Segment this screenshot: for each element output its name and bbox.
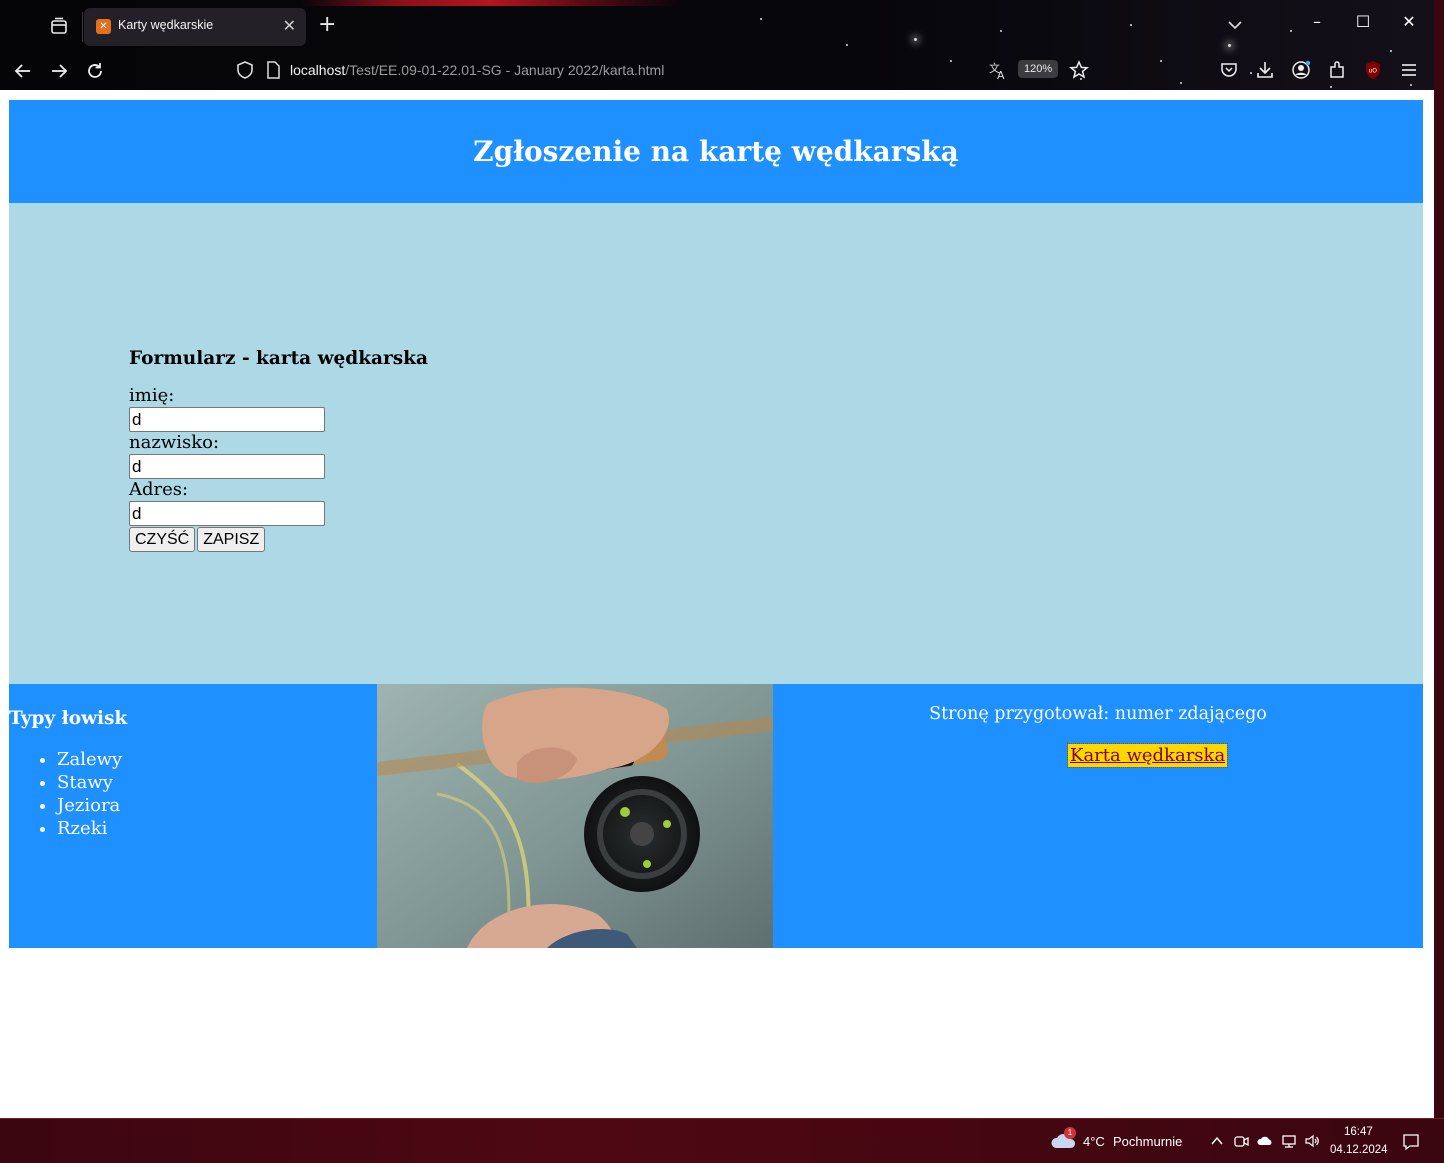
network-icon[interactable] xyxy=(1281,1133,1297,1149)
list-item: Stawy xyxy=(57,771,122,794)
page-viewport: Zgłoszenie na kartę wędkarską Formularz … xyxy=(0,90,1434,1118)
main-section: Formularz - karta wędkarska imię: nazwis… xyxy=(9,203,1423,684)
taskbar: 1 4°C Pochmurnie 16:47 04.12.2024 xyxy=(0,1118,1444,1163)
onedrive-icon[interactable] xyxy=(1257,1133,1273,1149)
shield-icon[interactable] xyxy=(236,60,254,80)
form-heading: Formularz - karta wędkarska xyxy=(129,348,428,369)
minimize-icon[interactable]: – xyxy=(1302,12,1332,31)
footer-credits-panel: Stronę przygotował: numer zdającego Kart… xyxy=(773,684,1423,948)
volume-icon[interactable] xyxy=(1304,1133,1320,1149)
zoom-level[interactable]: 120% xyxy=(1018,60,1059,78)
svg-text:uO: uO xyxy=(1369,68,1378,75)
tab-close-icon[interactable]: ✕ xyxy=(283,16,296,35)
notification-icon[interactable] xyxy=(1402,1133,1420,1151)
chevron-down-icon[interactable] xyxy=(1226,16,1244,34)
address-label: Adres: xyxy=(129,479,189,500)
author-text: Stronę przygotował: numer zdającego xyxy=(929,704,1267,724)
meet-now-icon[interactable] xyxy=(1233,1133,1249,1149)
clock-time[interactable]: 16:47 xyxy=(1344,1126,1373,1138)
list-item: Zalewy xyxy=(57,748,122,771)
maximize-icon[interactable]: ☐ xyxy=(1348,12,1378,31)
fishing-card-link[interactable]: Karta wędkarska xyxy=(1066,743,1229,768)
save-button[interactable]: ZAPISZ xyxy=(197,527,266,552)
fishery-types-panel: Typy łowisk Zalewy Stawy Jeziora Rzeki xyxy=(9,684,377,948)
first-name-label: imię: xyxy=(129,385,175,406)
fishing-reel-photo xyxy=(377,684,773,948)
account-icon[interactable] xyxy=(1291,60,1311,80)
tab-bar: ✕ Karty wędkarskie ✕ + – ☐ ✕ xyxy=(0,0,1434,52)
address-bar[interactable]: localhost/Test/EE.09-01-22.01-SG - Janua… xyxy=(290,62,664,78)
menu-icon[interactable] xyxy=(1399,60,1419,80)
clear-button[interactable]: CZYŚĆ xyxy=(129,527,196,552)
window-edge xyxy=(1434,90,1444,1118)
download-icon[interactable] xyxy=(1255,60,1275,80)
page-icon[interactable] xyxy=(266,61,280,79)
fishing-reel-image xyxy=(377,684,773,948)
ublock-icon[interactable]: uO xyxy=(1363,60,1383,80)
chevron-up-icon[interactable] xyxy=(1209,1133,1225,1149)
tab-active[interactable]: ✕ Karty wędkarskie ✕ xyxy=(84,8,306,46)
nav-bar: localhost/Test/EE.09-01-22.01-SG - Janua… xyxy=(0,52,1434,90)
fishery-types-heading: Typy łowisk xyxy=(9,708,128,729)
reload-icon[interactable] xyxy=(84,60,106,82)
list-item: Rzeki xyxy=(57,817,122,840)
tab-separator xyxy=(82,12,83,42)
address-input[interactable] xyxy=(129,501,325,526)
fishery-types-list: Zalewy Stawy Jeziora Rzeki xyxy=(17,748,122,840)
url-path: /Test/EE.09-01-22.01-SG - January 2022/k… xyxy=(345,62,665,78)
star-bookmark-icon[interactable] xyxy=(1069,60,1089,80)
fishing-card-form: Formularz - karta wędkarska imię: nazwis… xyxy=(129,348,428,552)
page-header: Zgłoszenie na kartę wędkarską xyxy=(9,100,1423,203)
close-window-icon[interactable]: ✕ xyxy=(1394,12,1424,31)
xampp-favicon-icon: ✕ xyxy=(96,19,111,34)
last-name-label: nazwisko: xyxy=(129,432,220,453)
weather-badge: 1 xyxy=(1064,1127,1076,1139)
tab-title: Karty wędkarskie xyxy=(118,18,214,32)
temperature[interactable]: 4°C xyxy=(1083,1134,1105,1149)
new-tab-icon[interactable]: + xyxy=(318,14,336,36)
clock-date[interactable]: 04.12.2024 xyxy=(1330,1144,1388,1156)
weather-condition[interactable]: Pochmurnie xyxy=(1113,1134,1182,1149)
browser-chrome: ✕ Karty wędkarskie ✕ + – ☐ ✕ localhost/T… xyxy=(0,0,1434,90)
translate-icon[interactable]: 文 A xyxy=(988,59,1008,81)
forward-icon[interactable] xyxy=(48,60,70,82)
extensions-icon[interactable] xyxy=(1327,60,1347,80)
first-name-input[interactable] xyxy=(129,407,325,432)
pocket-icon[interactable] xyxy=(1219,60,1239,80)
form-buttons: CZYŚĆ ZAPISZ xyxy=(129,527,428,552)
list-item: Jeziora xyxy=(57,794,122,817)
tab-list-icon[interactable] xyxy=(48,15,70,37)
last-name-input[interactable] xyxy=(129,454,325,479)
back-icon[interactable] xyxy=(12,60,34,82)
svg-text:A: A xyxy=(997,69,1005,81)
url-host: localhost xyxy=(290,62,346,78)
page-title: Zgłoszenie na kartę wędkarską xyxy=(473,135,959,168)
